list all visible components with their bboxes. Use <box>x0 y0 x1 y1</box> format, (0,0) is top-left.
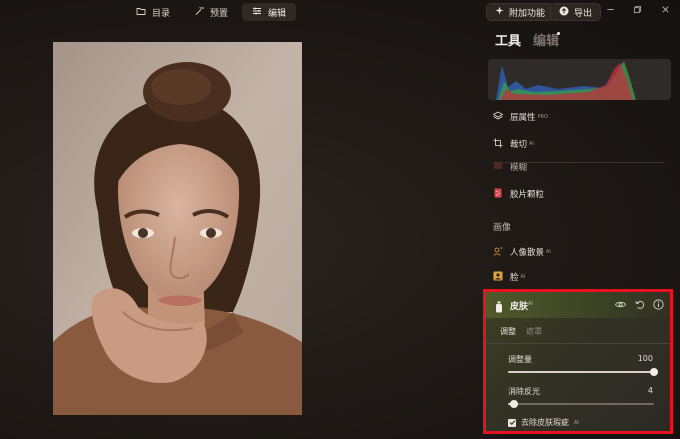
pro-badge: PRO <box>537 114 548 120</box>
skin-title: 皮肤AI <box>510 301 533 312</box>
restore-icon <box>633 5 642 17</box>
tool-layer-properties-label: 层属性 <box>510 113 536 123</box>
export-icon <box>559 6 569 19</box>
tab-edit[interactable]: 编辑 <box>533 30 559 49</box>
addons-label: 附加功能 <box>509 8 546 19</box>
close-icon <box>661 5 670 17</box>
skin-bottle-icon <box>494 298 504 313</box>
nav-edit-button[interactable]: 编辑 <box>242 3 297 21</box>
shine-slider[interactable] <box>508 400 654 408</box>
divider <box>486 343 670 344</box>
export-label: 导出 <box>574 8 593 19</box>
folder-icon <box>136 6 146 19</box>
section-portrait-title: 画像 <box>493 223 512 233</box>
close-button[interactable] <box>658 4 672 18</box>
tab-adjust[interactable]: 调整 <box>500 326 516 337</box>
skin-card-header[interactable]: 皮肤AI <box>486 292 670 318</box>
tool-face-label: 脸 <box>510 273 519 283</box>
skin-tool-card: 皮肤AI 调整 遮罩 调整量 100 消除反光 4 去除皮肤瑕疵 AI <box>483 289 673 434</box>
ai-badge: AI <box>528 301 533 307</box>
remove-blemishes-label: 去除皮肤瑕疵 <box>521 418 569 427</box>
sparkle-icon <box>495 6 504 18</box>
tool-portrait-bokeh[interactable]: 人像散景 AI <box>493 243 551 261</box>
tool-film-grain[interactable]: 胶片颗粒 <box>493 185 544 203</box>
face-icon <box>493 271 503 284</box>
export-button[interactable]: 导出 <box>550 3 602 21</box>
film-grain-icon <box>493 188 503 201</box>
layers-icon <box>492 111 504 124</box>
amount-slider[interactable] <box>508 368 658 376</box>
mode-nav: 目录 预置 编辑 <box>126 3 297 21</box>
portrait-bokeh-icon <box>493 246 503 259</box>
visibility-eye-icon[interactable] <box>615 299 626 310</box>
nav-presets-label: 预置 <box>210 8 229 19</box>
top-bar: 目录 预置 编辑 附加功能 导出 <box>0 0 680 24</box>
histogram <box>488 59 671 100</box>
tool-blur[interactable]: 模糊 <box>493 160 527 174</box>
tool-crop[interactable]: 裁切 AI <box>493 135 534 153</box>
skin-subtabs: 调整 遮罩 <box>500 326 542 337</box>
sliders-icon <box>252 6 262 19</box>
tool-crop-label: 裁切 <box>510 140 528 150</box>
tab-tools[interactable]: 工具 <box>495 30 521 49</box>
tool-blur-label: 模糊 <box>510 163 528 173</box>
magic-wand-icon <box>194 6 205 19</box>
blur-icon <box>493 161 503 174</box>
amount-slider-label: 调整量 <box>508 355 532 364</box>
addons-button[interactable]: 附加功能 <box>486 3 555 21</box>
amount-slider-thumb[interactable] <box>650 368 658 376</box>
nav-catalog-button[interactable]: 目录 <box>126 3 180 21</box>
nav-catalog-label: 目录 <box>152 8 171 19</box>
crop-icon <box>493 138 503 151</box>
nav-presets-button[interactable]: 预置 <box>184 3 238 21</box>
ai-badge: AI <box>546 249 551 255</box>
checkbox-checked-icon <box>508 418 516 427</box>
portrait-photo <box>53 42 302 415</box>
restore-button[interactable] <box>630 4 644 18</box>
minimize-button[interactable] <box>603 4 617 18</box>
shine-slider-thumb[interactable] <box>509 400 518 408</box>
shine-slider-label: 消除反光 <box>508 387 540 396</box>
tool-portrait-bokeh-label: 人像散景 <box>510 248 545 258</box>
photo-canvas[interactable] <box>53 42 302 415</box>
ai-badge: AI <box>529 141 534 147</box>
minimize-icon <box>606 5 615 17</box>
tool-film-grain-label: 胶片颗粒 <box>510 190 545 200</box>
edit-indicator-dot <box>557 32 560 35</box>
tool-layer-properties[interactable]: 层属性 PRO <box>492 108 548 126</box>
ai-badge: AI <box>520 274 526 280</box>
amount-slider-fill <box>508 371 654 373</box>
ai-badge: AI <box>574 419 579 426</box>
info-icon[interactable] <box>653 299 664 310</box>
reset-undo-icon[interactable] <box>634 299 645 310</box>
tool-face[interactable]: 脸 AI <box>493 268 525 286</box>
panel-tabs: 工具 编辑 <box>495 30 559 49</box>
amount-slider-value[interactable]: 100 <box>638 354 653 363</box>
tab-mask[interactable]: 遮罩 <box>526 326 542 337</box>
shine-slider-value[interactable]: 4 <box>648 386 653 395</box>
nav-edit-label: 编辑 <box>268 8 287 19</box>
remove-blemishes-checkbox[interactable]: 去除皮肤瑕疵 AI <box>508 417 579 428</box>
